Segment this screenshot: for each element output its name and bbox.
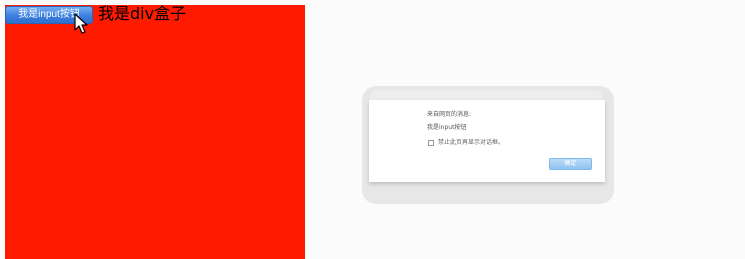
dialog-message: 我是input按钮 [427,124,467,131]
suppress-label: 禁止此页再显示对话框。 [438,139,505,146]
ok-button[interactable]: 确定 [549,158,592,170]
div-box-text: 我是div盒子 [98,4,187,23]
mouse-pointer-icon [74,13,88,34]
alert-dialog: 来自网页的消息: 我是input按钮 禁止此页再显示对话框。 确定 [369,100,605,182]
page-stage: 我是input按钮 我是div盒子 来自网页的消息: 我是input按钮 禁止此… [0,0,745,259]
red-div-box[interactable] [5,5,305,259]
suppress-checkbox[interactable] [428,140,434,146]
dialog-title: 来自网页的消息: [427,111,472,118]
suppress-dialogs-option[interactable]: 禁止此页再显示对话框。 [428,138,504,148]
